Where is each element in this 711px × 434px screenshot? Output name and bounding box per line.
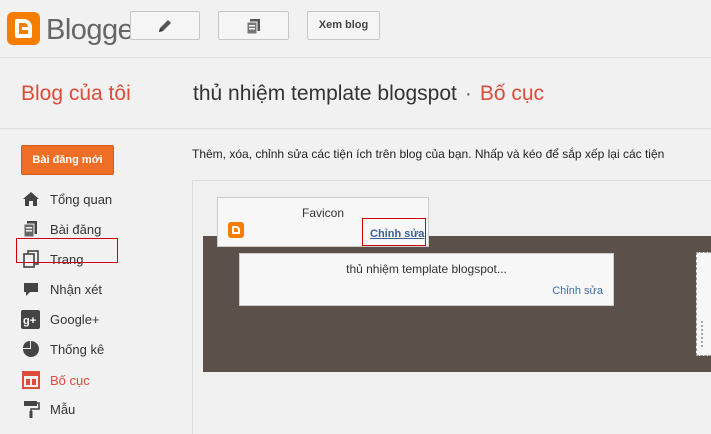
sidebar-item-label: Bài đăng	[50, 221, 102, 237]
blogger-favicon-icon	[228, 222, 244, 238]
blogger-logo-icon[interactable]	[7, 12, 40, 45]
sidebar-item-label: Tổng quan	[50, 191, 113, 207]
breadcrumb-separator: ·	[464, 82, 472, 105]
sidebar-item-label: Nhận xét	[50, 281, 103, 297]
comment-icon	[21, 280, 40, 299]
sidebar-item-overview[interactable]: Tổng quan	[21, 188, 112, 210]
header-gadget[interactable]: thủ nhiệm template blogspot... Chỉnh sửa	[239, 253, 614, 306]
posts-list-button[interactable]	[218, 11, 289, 40]
blog-title[interactable]: thủ nhiệm template blogspot	[193, 82, 457, 105]
posts-icon	[246, 18, 260, 34]
sidebar-item-posts[interactable]: Bài đăng	[21, 218, 101, 240]
sidebar-item-label: Bố cục	[50, 372, 90, 388]
sidebar-item-template[interactable]: Mẫu	[21, 398, 75, 420]
sidebar-item-stats[interactable]: Thống kê	[21, 338, 104, 360]
sidebar-item-label: Mẫu	[50, 401, 76, 417]
posts-icon	[21, 220, 40, 239]
sidebar-item-google-plus[interactable]: g+ Google+	[21, 308, 100, 330]
breadcrumb: thủ nhiệm template blogspot · Bố cục	[193, 82, 544, 106]
header-edit-link[interactable]: Chỉnh sửa	[552, 285, 603, 297]
top-bar: Blogger Xem blog	[0, 0, 711, 58]
drag-handle-icon[interactable]	[699, 320, 705, 348]
google-plus-icon: g+	[21, 309, 40, 329]
new-post-button[interactable]: Bài đăng mới	[21, 145, 114, 175]
paint-roller-icon	[21, 400, 40, 419]
pencil-icon	[159, 19, 171, 32]
header-row: Blog của tôi thủ nhiệm template blogspot…	[0, 59, 711, 129]
sidebar-item-layout[interactable]: Bố cục	[21, 369, 90, 391]
new-post-pencil-button[interactable]	[130, 11, 200, 40]
view-blog-button[interactable]: Xem blog	[307, 11, 380, 40]
layout-highlight-box	[16, 238, 118, 263]
page-title: Bố cục	[479, 82, 545, 105]
gadget-title: thủ nhiệm template blogspot...	[346, 262, 507, 276]
pie-chart-icon	[21, 340, 40, 359]
layout-icon	[21, 371, 40, 390]
home-icon	[21, 190, 40, 209]
brand-name[interactable]: Blogger	[46, 12, 143, 48]
my-blogs-link[interactable]: Blog của tôi	[21, 82, 131, 106]
edit-highlight-box	[362, 218, 426, 246]
sidebar-item-label: Thống kê	[50, 341, 105, 357]
sidebar-item-comments[interactable]: Nhận xét	[21, 278, 102, 300]
sidebar: Bài đăng mới Tổng quan Bài đăng Trang Nh…	[0, 130, 180, 434]
sidebar-item-label: Google+	[50, 311, 100, 327]
page-description: Thêm, xóa, chỉnh sửa các tiện ích trên b…	[192, 147, 665, 161]
svg-text:g+: g+	[23, 315, 36, 327]
